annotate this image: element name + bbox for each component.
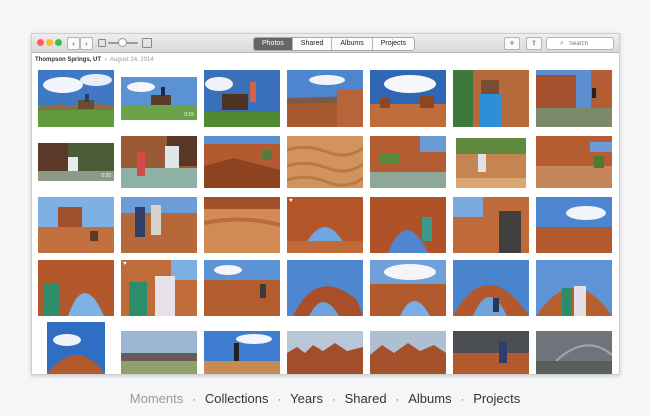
share-button[interactable]: ⇪ [526, 37, 542, 50]
tab-photos[interactable]: Photos [254, 38, 293, 50]
photo-thumbnail[interactable] [453, 70, 529, 127]
photo-thumbnail[interactable] [453, 197, 529, 253]
bottom-navigation: Moments · Collections · Years · Shared · Albums ·… [0, 390, 650, 409]
photos-app-window: ‹ › Photos Shared Albums Projects + ⇪ ⌕ … [31, 33, 620, 375]
moment-date: August 24, 2014 [110, 57, 154, 63]
nav-moments[interactable]: Moments [130, 391, 183, 406]
nav-albums[interactable]: Albums [408, 391, 451, 406]
separator-dot: · [460, 394, 465, 406]
back-button[interactable]: ‹ [67, 37, 80, 50]
photo-thumbnail[interactable] [121, 136, 197, 188]
photo-thumbnail[interactable] [456, 138, 526, 188]
heart-icon[interactable]: ♥ [123, 261, 127, 267]
photo-thumbnail[interactable] [370, 331, 446, 374]
tab-projects[interactable]: Projects [373, 38, 414, 50]
photo-thumbnail[interactable] [370, 260, 446, 316]
video-duration: 0:15 [184, 112, 194, 118]
photo-thumbnail[interactable] [287, 70, 363, 127]
photo-thumbnail[interactable] [47, 322, 105, 374]
photo-thumbnail[interactable] [38, 70, 114, 127]
photo-thumbnail[interactable] [453, 260, 529, 316]
photo-thumbnail[interactable] [453, 331, 529, 374]
share-icon: ⇪ [531, 40, 537, 47]
photo-thumbnail[interactable] [204, 70, 280, 127]
view-tabs: Photos Shared Albums Projects [253, 37, 416, 51]
nav-projects[interactable]: Projects [473, 391, 520, 406]
photo-thumbnail[interactable] [287, 136, 363, 188]
minimize-window-button[interactable] [46, 39, 53, 46]
separator-dot: · [395, 394, 400, 406]
photo-thumbnail[interactable]: ♥ [287, 197, 363, 253]
search-field[interactable]: ⌕ [546, 37, 614, 50]
close-window-button[interactable] [37, 39, 44, 46]
photo-thumbnail[interactable] [204, 331, 280, 374]
tab-shared[interactable]: Shared [293, 38, 333, 50]
photo-thumbnail[interactable] [287, 331, 363, 374]
moment-header: Thompson Springs, UT › August 24, 2014 [35, 56, 154, 64]
photo-thumbnail[interactable] [38, 260, 114, 316]
separator-dot: · [277, 394, 282, 406]
photo-thumbnail[interactable]: 0:20 [38, 143, 114, 181]
photo-thumbnail[interactable] [204, 136, 280, 188]
photo-thumbnail[interactable]: ♥ [121, 260, 197, 316]
chevron-right-icon: › [85, 39, 88, 48]
search-icon: ⌕ [560, 40, 564, 47]
photo-thumbnail[interactable] [121, 331, 197, 374]
forward-button[interactable]: › [80, 37, 93, 50]
nav-collections[interactable]: Collections [205, 391, 269, 406]
video-duration: 0:20 [101, 173, 111, 179]
photo-thumbnail[interactable] [370, 70, 446, 127]
chevron-left-icon: ‹ [72, 39, 75, 48]
photo-thumbnail[interactable] [536, 136, 612, 188]
photo-thumbnail[interactable]: 0:15 [121, 77, 197, 120]
photo-thumbnail[interactable] [370, 197, 446, 253]
photo-thumbnail[interactable] [536, 331, 612, 374]
photo-thumbnail[interactable] [287, 260, 363, 316]
zoom-in-icon[interactable] [142, 38, 152, 48]
chevron-right-icon: › [104, 57, 107, 63]
photo-thumbnail[interactable] [204, 197, 280, 253]
toolbar: ‹ › Photos Shared Albums Projects + ⇪ ⌕ [32, 34, 619, 53]
photo-thumbnail[interactable] [204, 260, 280, 316]
separator-dot: · [331, 394, 336, 406]
photo-thumbnail[interactable] [370, 136, 446, 188]
nav-shared[interactable]: Shared [345, 391, 387, 406]
photo-thumbnail[interactable] [121, 197, 197, 253]
tab-albums[interactable]: Albums [332, 38, 373, 50]
search-input[interactable] [569, 38, 609, 49]
heart-icon[interactable]: ♥ [289, 198, 293, 204]
photo-thumbnail[interactable] [536, 70, 612, 127]
zoom-out-icon[interactable] [98, 39, 106, 47]
photo-grid: 0:15 0:20 ♥ ♥ [32, 67, 619, 374]
photo-thumbnail[interactable] [536, 197, 612, 253]
separator-dot: · [192, 394, 196, 406]
zoom-slider-handle[interactable] [118, 38, 127, 47]
moment-location[interactable]: Thompson Springs, UT [35, 57, 101, 63]
nav-years[interactable]: Years [290, 391, 323, 406]
add-button[interactable]: + [504, 37, 520, 50]
fullscreen-window-button[interactable] [55, 39, 62, 46]
photo-thumbnail[interactable] [536, 260, 612, 316]
photo-thumbnail[interactable] [38, 197, 114, 253]
